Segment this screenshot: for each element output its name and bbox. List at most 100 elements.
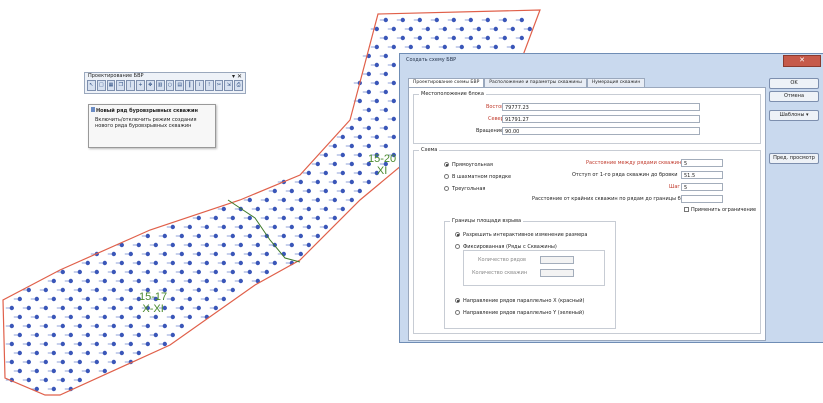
blast-hole[interactable] [306,242,311,248]
blast-hole[interactable] [179,269,184,275]
blast-hole[interactable] [128,287,133,293]
blast-hole[interactable] [247,251,252,257]
blast-hole[interactable] [442,26,447,32]
radio-fixed-size[interactable] [455,244,460,249]
blast-hole[interactable] [315,215,320,221]
blast-hole[interactable] [213,215,218,221]
blast-hole[interactable] [340,188,345,194]
blast-hole[interactable] [272,224,277,230]
blast-hole[interactable] [230,233,235,239]
blast-hole[interactable] [43,305,48,311]
radio-triangular[interactable] [444,186,449,191]
blast-hole[interactable] [111,287,116,293]
blast-hole[interactable] [349,125,354,131]
blast-hole[interactable] [230,269,235,275]
blast-hole[interactable] [298,251,303,257]
templates-button[interactable]: Шаблоны ▾ [769,110,819,121]
blast-hole[interactable] [60,377,65,383]
blast-hole[interactable] [179,287,184,293]
blast-hole[interactable] [204,296,209,302]
blast-hole[interactable] [179,233,184,239]
blast-hole[interactable] [51,386,56,392]
blast-hole[interactable] [204,278,209,284]
blast-hole[interactable] [264,269,269,275]
blast-hole[interactable] [238,260,243,266]
blast-hole[interactable] [383,35,388,41]
blast-hole[interactable] [9,341,14,347]
blast-hole[interactable] [493,26,498,32]
blast-hole[interactable] [102,332,107,338]
blast-hole[interactable] [51,368,56,374]
blast-hole[interactable] [85,278,90,284]
blast-hole[interactable] [383,107,388,113]
blast-hole[interactable] [77,359,82,365]
blast-hole[interactable] [136,260,141,266]
blast-hole[interactable] [238,278,243,284]
blast-hole[interactable] [85,350,90,356]
blast-hole[interactable] [391,80,396,86]
blast-hole[interactable] [153,314,158,320]
blast-hole[interactable] [9,323,14,329]
blast-hole[interactable] [43,287,48,293]
blast-hole[interactable] [136,278,141,284]
grid-icon[interactable]: ▦ [106,80,116,91]
blast-hole[interactable] [187,260,192,266]
blast-hole[interactable] [391,98,396,104]
blast-hole[interactable] [366,89,371,95]
blast-hole[interactable] [196,251,201,257]
blast-hole[interactable] [170,278,175,284]
columns-icon[interactable]: ║ [185,80,194,91]
blast-hole[interactable] [170,224,175,230]
blast-hole[interactable] [459,26,464,32]
blast-hole[interactable] [502,17,507,23]
blast-hole[interactable] [332,197,337,203]
blast-hole[interactable] [281,233,286,239]
blast-hole[interactable] [34,350,39,356]
blast-hole[interactable] [383,143,388,149]
blast-hole[interactable] [340,170,345,176]
radio-rectangular[interactable] [444,162,449,167]
blast-hole[interactable] [213,251,218,257]
blast-hole[interactable] [94,287,99,293]
blast-hole[interactable] [51,314,56,320]
blast-hole[interactable] [170,314,175,320]
blast-hole[interactable] [102,350,107,356]
design-toolbar[interactable]: Проектирование БВР ▾ ✕ ↖ □ ▦ ❐ │ + ✥ ▥ ○ ▤ ║ i! ✂ ⇲ ⎙ [84,72,246,94]
blast-hole[interactable] [179,251,184,257]
blast-hole[interactable] [366,71,371,77]
blast-hole[interactable] [77,269,82,275]
radio-staggered[interactable] [444,174,449,179]
blast-hole[interactable] [34,332,39,338]
blast-hole[interactable] [323,188,328,194]
blast-hole[interactable] [68,278,73,284]
blast-hole[interactable] [374,98,379,104]
blast-hole[interactable] [332,215,337,221]
east-field[interactable]: 79777.23 [502,103,700,111]
blast-hole[interactable] [527,26,532,32]
row-spacing-field[interactable]: 5 [681,159,723,167]
blast-hole[interactable] [332,161,337,167]
blast-hole[interactable] [425,44,430,50]
blast-hole[interactable] [60,287,65,293]
blast-hole[interactable] [111,305,116,311]
blast-hole[interactable] [485,35,490,41]
blast-hole[interactable] [187,242,192,248]
blast-hole[interactable] [221,224,226,230]
toolbar-close-icon[interactable]: ▾ ✕ [232,73,242,80]
blast-hole[interactable] [136,350,141,356]
blast-hole[interactable] [306,188,311,194]
blast-hole[interactable] [111,359,116,365]
print-icon[interactable]: ⎙ [234,80,243,91]
blast-hole[interactable] [247,215,252,221]
blast-hole[interactable] [221,296,226,302]
blast-hole[interactable] [119,350,124,356]
blast-hole[interactable] [510,44,515,50]
table-icon[interactable]: ▤ [175,80,185,91]
blast-hole[interactable] [26,287,31,293]
blast-hole[interactable] [349,143,354,149]
blast-hole[interactable] [179,323,184,329]
blast-hole[interactable] [119,332,124,338]
blast-hole[interactable] [145,323,150,329]
blast-hole[interactable] [128,251,133,257]
blast-hole[interactable] [383,89,388,95]
